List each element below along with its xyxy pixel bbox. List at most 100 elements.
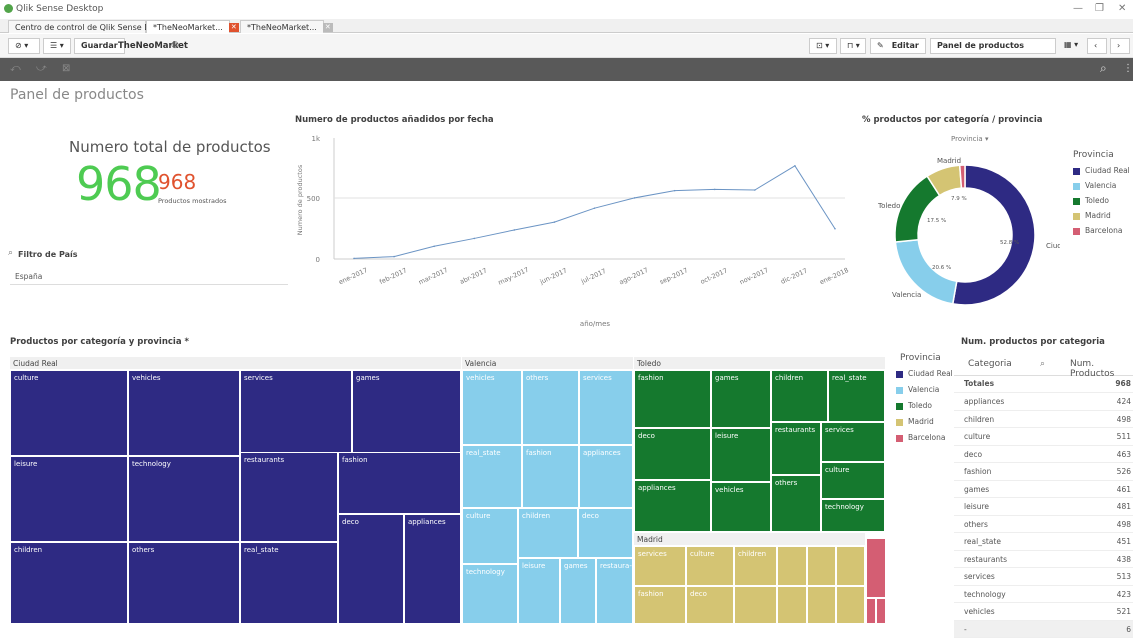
legend-item[interactable]: Ciudad Real bbox=[1073, 166, 1130, 175]
treemap-cell[interactable]: children bbox=[734, 546, 777, 586]
treemap-cell[interactable]: others bbox=[771, 475, 821, 532]
table-row[interactable]: -6 bbox=[954, 621, 1133, 638]
donut-slice-barcelona[interactable] bbox=[960, 165, 965, 188]
treemap-cell[interactable]: restaurants bbox=[771, 422, 821, 475]
col-header-categoria[interactable]: Categoria bbox=[968, 359, 1012, 369]
legend-item[interactable]: Toledo bbox=[1073, 196, 1109, 205]
previous-sheet-button[interactable]: ‹ bbox=[1087, 38, 1107, 54]
legend-item[interactable]: Valencia bbox=[896, 385, 939, 394]
treemap-cell[interactable]: services bbox=[240, 370, 352, 456]
treemap-cell[interactable]: services bbox=[579, 370, 633, 445]
treemap-cell[interactable]: deco bbox=[686, 586, 734, 624]
data-point[interactable] bbox=[834, 228, 836, 230]
navigation-menu-button[interactable]: ⊘ ▾ bbox=[8, 38, 40, 54]
data-point[interactable] bbox=[393, 256, 395, 258]
treemap-cell[interactable] bbox=[836, 586, 865, 624]
treemap-cell[interactable]: services bbox=[821, 422, 885, 462]
forward-selection-icon[interactable]: ⤻ bbox=[36, 63, 47, 74]
story-button[interactable]: ⊡ ▾ bbox=[809, 38, 837, 54]
treemap-cell[interactable]: leisure bbox=[518, 558, 560, 624]
treemap-cell[interactable]: appliances bbox=[404, 514, 461, 624]
treemap-cell[interactable]: children bbox=[518, 508, 578, 558]
search-icon[interactable]: ⌕ bbox=[1100, 61, 1107, 76]
table-row[interactable]: fashion526 bbox=[954, 463, 1133, 481]
data-point[interactable] bbox=[674, 190, 676, 192]
global-menu-button[interactable]: ☰ ▾ bbox=[43, 38, 71, 54]
treemap-cell[interactable]: games bbox=[711, 370, 771, 428]
data-point[interactable] bbox=[473, 238, 475, 240]
treemap-cell[interactable]: vehicles bbox=[462, 370, 522, 445]
data-point[interactable] bbox=[754, 189, 756, 191]
treemap-cell[interactable]: fashion bbox=[338, 452, 461, 514]
treemap-cell[interactable]: culture bbox=[686, 546, 734, 586]
treemap-cell[interactable]: culture bbox=[462, 508, 518, 564]
treemap-cell[interactable]: others bbox=[128, 542, 240, 624]
table-row[interactable]: real_state451 bbox=[954, 533, 1133, 551]
treemap-cell[interactable]: technology bbox=[128, 456, 240, 542]
treemap-cell[interactable]: technology bbox=[821, 499, 885, 532]
treemap-cell[interactable]: children bbox=[10, 542, 128, 624]
data-point[interactable] bbox=[714, 189, 716, 191]
filter-value[interactable]: España bbox=[15, 272, 42, 281]
treemap-cell[interactable] bbox=[876, 598, 886, 624]
edit-button[interactable]: ✎Editar bbox=[870, 38, 926, 54]
legend-item[interactable]: Toledo bbox=[896, 401, 932, 410]
treemap-cell[interactable]: culture bbox=[821, 462, 885, 499]
treemap-cell[interactable]: vehicles bbox=[711, 482, 771, 532]
legend-item[interactable]: Valencia bbox=[1073, 181, 1116, 190]
treemap-cell[interactable]: appliances bbox=[634, 480, 711, 532]
data-point[interactable] bbox=[353, 258, 355, 260]
data-point[interactable] bbox=[433, 245, 435, 247]
table-row[interactable]: children498 bbox=[954, 411, 1133, 429]
next-sheet-button[interactable]: › bbox=[1110, 38, 1130, 54]
table-row[interactable]: others498 bbox=[954, 516, 1133, 534]
treemap-cell[interactable]: real_state bbox=[240, 542, 338, 624]
treemap-cell[interactable]: fashion bbox=[634, 586, 686, 624]
table-row[interactable]: vehicles521 bbox=[954, 603, 1133, 621]
treemap-cell[interactable] bbox=[836, 546, 865, 586]
treemap-cell[interactable]: others bbox=[522, 370, 579, 445]
legend-item[interactable]: Barcelona bbox=[896, 433, 945, 442]
treemap-cell[interactable] bbox=[866, 598, 876, 624]
sheets-grid-button[interactable]: ▦ ▾ bbox=[1058, 38, 1084, 54]
tab-app[interactable]: *TheNeoMarket...✕ bbox=[240, 20, 324, 33]
table-row[interactable]: appliances424 bbox=[954, 393, 1133, 411]
series-line[interactable] bbox=[354, 166, 835, 259]
treemap-cell[interactable]: games bbox=[560, 558, 596, 624]
minimize-icon[interactable]: — bbox=[1073, 3, 1083, 14]
treemap-cell[interactable]: appliances bbox=[579, 445, 633, 508]
donut-chart[interactable]: Madrid Toledo Valencia Ciudad... 7.9 % 1… bbox=[870, 140, 1060, 320]
treemap-cell[interactable]: real_state bbox=[828, 370, 885, 422]
expand-icon[interactable]: ⋮ bbox=[1123, 63, 1133, 74]
legend-item[interactable]: Madrid bbox=[896, 417, 934, 426]
treemap-cell[interactable] bbox=[866, 538, 886, 598]
data-point[interactable] bbox=[554, 221, 556, 223]
treemap-cell[interactable]: vehicles bbox=[128, 370, 240, 456]
legend-item[interactable]: Madrid bbox=[1073, 211, 1111, 220]
treemap-cell[interactable]: culture bbox=[10, 370, 128, 456]
data-point[interactable] bbox=[514, 229, 516, 231]
tab-hub[interactable]: Centro de control de Qlik Sense Desktop bbox=[8, 20, 146, 33]
maximize-icon[interactable]: ❐ bbox=[1095, 3, 1104, 14]
treemap-cell[interactable]: fashion bbox=[522, 445, 579, 508]
treemap-cell[interactable]: leisure bbox=[10, 456, 128, 542]
table-row[interactable]: games461 bbox=[954, 481, 1133, 499]
search-icon[interactable]: ⌕ bbox=[1040, 359, 1045, 369]
treemap-cell[interactable]: fashion bbox=[634, 370, 711, 428]
treemap-cell[interactable]: real_state bbox=[462, 445, 522, 508]
legend-item[interactable]: Barcelona bbox=[1073, 226, 1122, 235]
data-point[interactable] bbox=[594, 207, 596, 209]
line-chart[interactable]: 1k 500 0 Numero de productos año/mes ene… bbox=[290, 128, 850, 333]
clear-selections-icon[interactable]: ⊠ bbox=[62, 63, 70, 74]
treemap-cell[interactable]: restaura-nts bbox=[596, 558, 633, 624]
close-window-icon[interactable]: ✕ bbox=[1118, 3, 1126, 14]
data-point[interactable] bbox=[794, 165, 796, 167]
legend-item[interactable]: Ciudad Real bbox=[896, 369, 953, 378]
treemap-cell[interactable] bbox=[807, 546, 836, 586]
table-row[interactable]: deco463 bbox=[954, 446, 1133, 464]
treemap-cell[interactable] bbox=[734, 586, 777, 624]
data-point[interactable] bbox=[634, 197, 636, 199]
table-row[interactable]: culture511 bbox=[954, 428, 1133, 446]
treemap-cell[interactable]: leisure bbox=[711, 428, 771, 482]
tab-close-icon[interactable]: ✕ bbox=[229, 23, 239, 32]
